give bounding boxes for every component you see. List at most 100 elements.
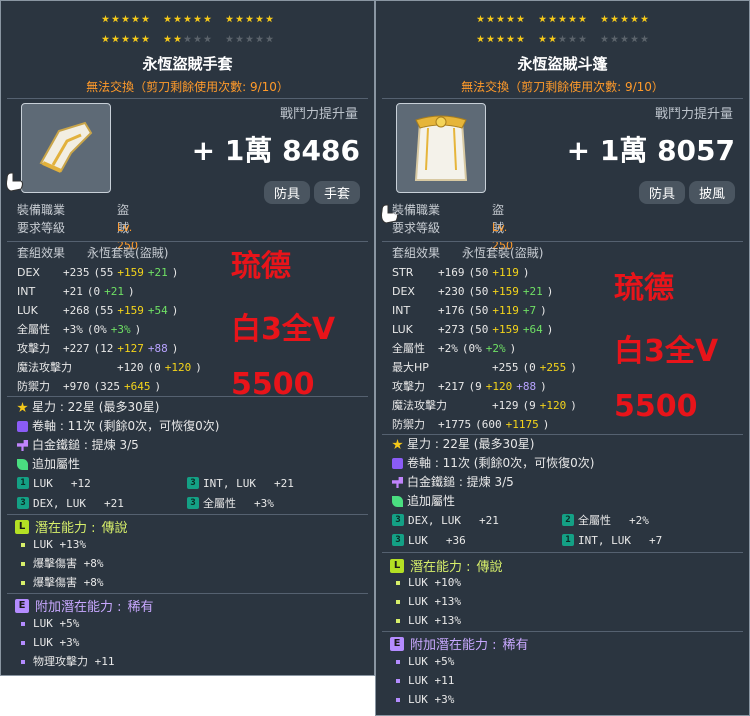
star-icon [203, 15, 212, 23]
bonus-line: 物理攻擊力 +11 [33, 655, 115, 668]
star-icon [610, 15, 619, 23]
stat-row: 魔法攻擊力 +129 (9 +120) [392, 396, 577, 415]
stat-starforce: +88 [516, 380, 537, 393]
stat-flame: +3% [110, 323, 131, 336]
combat-power-value: + 1萬 8057 [566, 134, 735, 167]
scroll-icon [392, 458, 403, 469]
star-force-text: 星力 : 22星 (最多30星) [32, 400, 160, 414]
star-icon [255, 15, 264, 23]
stat-total: +273 [438, 323, 465, 336]
stat-starforce: +88 [147, 342, 168, 355]
star-icon [193, 15, 202, 23]
stat-upgrade: +120 [164, 361, 192, 374]
stat-total: +2% [438, 342, 458, 355]
star-icon [131, 35, 140, 43]
overlay-text: 5500 [614, 389, 698, 424]
star-icon [630, 35, 639, 43]
stat-name: 全屬性 [17, 323, 50, 336]
overlay-text: 琉德 [614, 271, 674, 306]
flame-stat: 全屬性 [578, 514, 611, 527]
star-icon [121, 15, 130, 23]
legendary-badge: L [390, 558, 404, 573]
star-force-rows [1, 9, 374, 49]
stat-name: 魔法攻擊力 [17, 361, 72, 374]
stat-base: (50 [468, 304, 489, 317]
flame-value: +36 [445, 533, 466, 547]
set-effect[interactable]: 套組效果 永恆套裝(盜賊) [17, 244, 202, 263]
star-icon [163, 15, 172, 23]
stat-row: 攻擊力 +217 (9 +120 +88) [392, 377, 577, 396]
stat-base: (9 [468, 380, 482, 393]
stat-upgrade: +120 [539, 399, 567, 412]
flame-level-badge: 1 [17, 477, 29, 489]
flame-value: +21 [478, 513, 499, 527]
additional-options: 1 LUK +12 3 INT, LUK +21 3 DEX, LUK +21 3 全屬性 +3… [17, 473, 357, 513]
potential-lines: LUK +13% 爆擊傷害 +8% 爆擊傷害 +8% [21, 535, 104, 592]
star-icon [225, 15, 234, 23]
item-tooltip-glove: 永恆盜賊手套 無法交換（剪刀剩餘使用次數: 9/10） 戰鬥力提升量 + 1萬 … [0, 0, 375, 676]
stat-base: (50 [468, 266, 489, 279]
bonus-line: LUK +5% [33, 617, 80, 630]
divider [7, 98, 368, 99]
star-icon [476, 15, 485, 23]
stat-list: 套組效果 永恆套裝(盜賊) DEX +235 (55 +159 +21) INT +21 (0 +… [17, 244, 202, 396]
star-icon [183, 15, 192, 23]
stat-total: +970 [63, 380, 90, 393]
potential-grade: 傳說 [476, 560, 503, 575]
star-icon [620, 15, 629, 23]
star-icon [630, 15, 639, 23]
divider [382, 631, 743, 632]
flame-stat: DEX, LUK [33, 496, 86, 510]
star-icon [245, 35, 254, 43]
star-icon [568, 35, 577, 43]
stat-row: 全屬性 +2% (0% +2%) [392, 339, 577, 358]
star-icon [548, 15, 557, 23]
scroll-text: 卷軸 : 11次 (剩餘0次，可恢復0次) [32, 419, 220, 433]
job-label: 裝備職業 [17, 203, 66, 217]
stat-upgrade: +255 [539, 361, 567, 374]
stat-base: (325 [93, 380, 121, 393]
flame-value: +2% [629, 513, 649, 527]
flame-value: +7 [648, 533, 663, 547]
potential-line: LUK +13% [33, 538, 86, 551]
divider [382, 552, 743, 553]
stat-close: ) [195, 361, 202, 374]
potential-grade: 傳說 [101, 521, 128, 536]
leaf-icon [392, 496, 403, 507]
stat-close: ) [570, 361, 577, 374]
star-icon [538, 15, 547, 23]
stat-close: ) [542, 418, 550, 431]
enhance-info: 星力 : 22星 (最多30星) 卷軸 : 11次 (剩餘0次，可恢復0次) 白… [392, 435, 594, 511]
bonus-potential-lines: LUK +5% LUK +3% 物理攻擊力 +11 [21, 614, 115, 671]
item-title: 永恆盜賊斗篷 [517, 55, 608, 73]
set-label: 套組效果 [392, 246, 441, 260]
star-icon [203, 35, 212, 43]
stat-total: +176 [438, 304, 465, 317]
flame-value: +21 [103, 496, 124, 510]
star-icon [101, 35, 110, 43]
flame-value: +12 [70, 476, 91, 490]
bonus-potential-header: E 附加潛在能力 : 稀有 [390, 634, 529, 653]
stat-flame: +64 [522, 323, 543, 336]
epic-badge: E [390, 636, 404, 651]
bonus-potential-lines: LUK +5% LUK +11 LUK +3% [396, 652, 454, 709]
star-icon [193, 35, 202, 43]
star-icon [255, 35, 264, 43]
stat-close: ) [128, 285, 135, 298]
stat-name: 攻擊力 [392, 380, 425, 393]
star-icon [640, 15, 649, 23]
bonus-line: LUK +11 [408, 674, 455, 687]
star-icon [506, 15, 515, 23]
flame-title: 追加屬性 [407, 494, 456, 508]
combat-power-value: + 1萬 8486 [191, 134, 360, 167]
star-icon [578, 15, 587, 23]
stat-name: 最大HP [392, 361, 429, 374]
set-effect[interactable]: 套組效果 永恆套裝(盜賊) [392, 244, 577, 263]
star-icon [610, 35, 619, 43]
stat-close: ) [171, 342, 179, 355]
stat-name: INT [17, 285, 36, 298]
epic-badge: E [15, 598, 29, 613]
star-icon [141, 35, 150, 43]
star-icon [265, 35, 274, 43]
cursor-hand-icon [3, 169, 25, 197]
